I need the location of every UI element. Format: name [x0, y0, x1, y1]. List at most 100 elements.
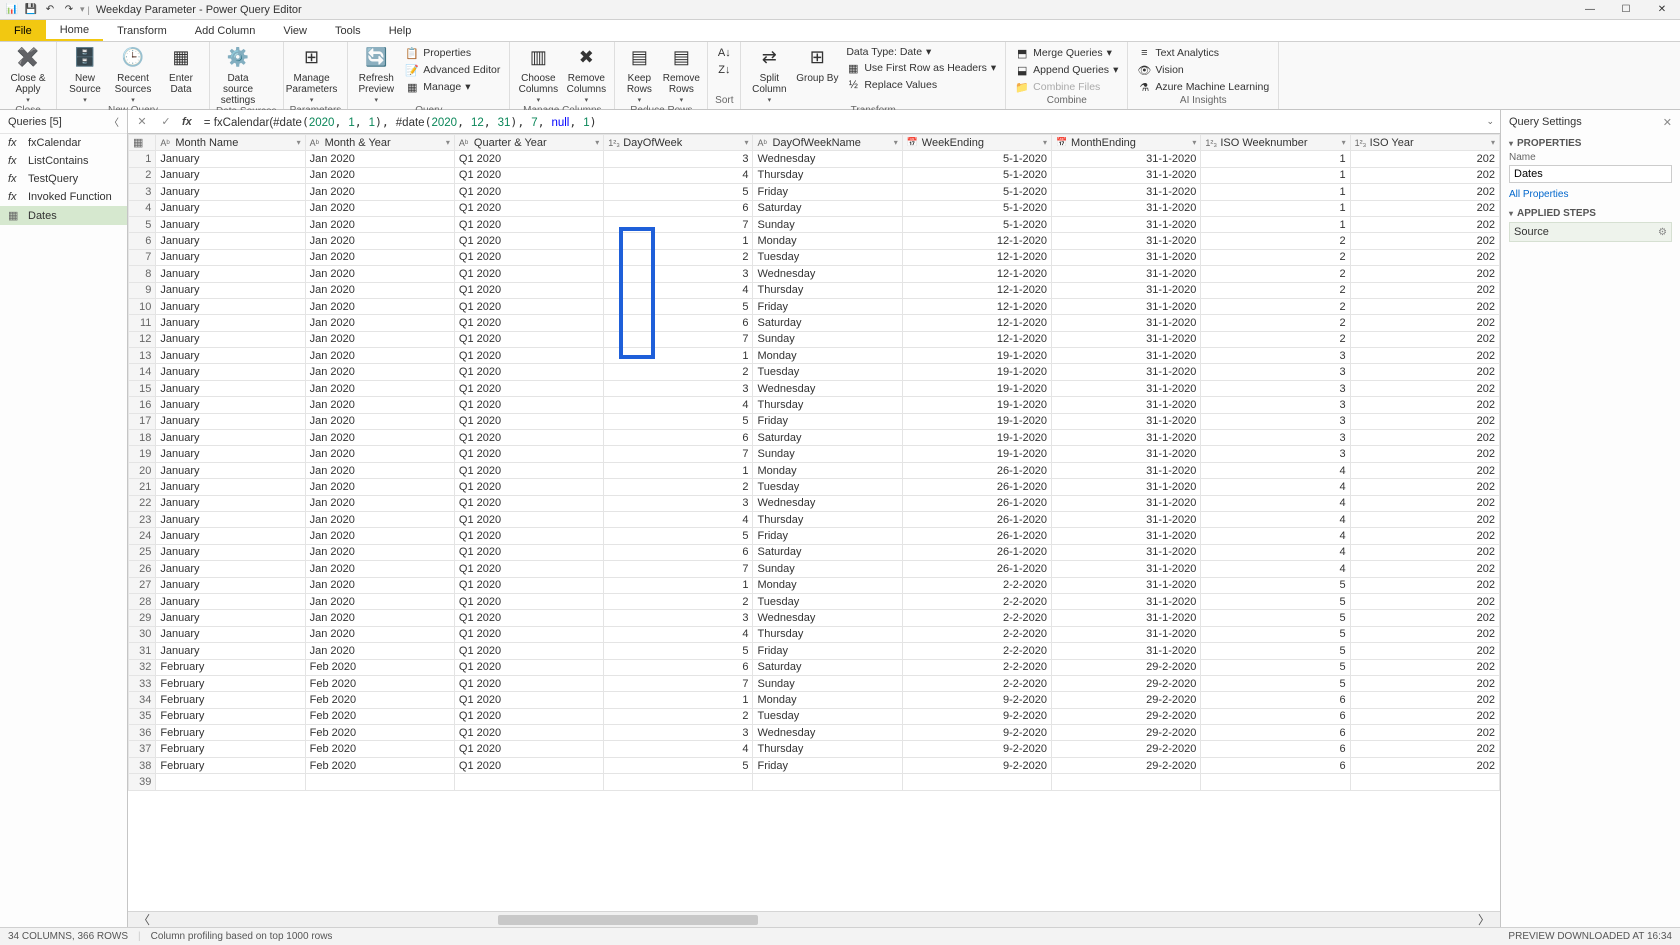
split-column-button[interactable]: ⇄Split Column▾ — [747, 43, 791, 105]
column-header-quarteryear[interactable]: AᵇQuarter & Year▾ — [454, 135, 603, 151]
cell-weekending[interactable]: 9-2-2020 — [902, 741, 1051, 757]
window-maximize-button[interactable]: ☐ — [1612, 2, 1640, 18]
cell-monthname[interactable]: January — [156, 315, 305, 331]
cell-dayofweekname[interactable] — [753, 774, 902, 790]
cell-isoyear[interactable]: 202 — [1350, 413, 1499, 429]
cell-dayofweekname[interactable]: Thursday — [753, 397, 902, 413]
table-row[interactable]: 17JanuaryJan 2020Q1 20205Friday19-1-2020… — [129, 413, 1500, 429]
cell-monthyear[interactable]: Jan 2020 — [305, 200, 454, 216]
cell-monthname[interactable]: January — [156, 446, 305, 462]
cell-isoweek[interactable]: 2 — [1201, 298, 1350, 314]
qat-save-icon[interactable]: 💾 — [23, 2, 39, 18]
cell-dayofweek[interactable]: 2 — [604, 364, 753, 380]
table-corner-button[interactable]: ▦ — [129, 135, 156, 151]
row-number[interactable]: 26 — [129, 561, 156, 577]
ribbon-tab-tools[interactable]: Tools — [321, 20, 375, 41]
cell-monthending[interactable]: 31-1-2020 — [1052, 151, 1201, 167]
table-row[interactable]: 8JanuaryJan 2020Q1 20203Wednesday12-1-20… — [129, 266, 1500, 282]
cell-isoyear[interactable]: 202 — [1350, 544, 1499, 560]
cell-monthname[interactable]: February — [156, 692, 305, 708]
cell-monthname[interactable]: January — [156, 413, 305, 429]
cell-monthname[interactable]: January — [156, 593, 305, 609]
cell-isoyear[interactable]: 202 — [1350, 626, 1499, 642]
cell-monthending[interactable]: 31-1-2020 — [1052, 495, 1201, 511]
cell-dayofweekname[interactable]: Sunday — [753, 561, 902, 577]
cell-weekending[interactable]: 12-1-2020 — [902, 298, 1051, 314]
cell-monthname[interactable]: January — [156, 216, 305, 232]
table-row[interactable]: 27JanuaryJan 2020Q1 20201Monday2-2-20203… — [129, 577, 1500, 593]
column-header-isoyear[interactable]: 1²₃ISO Year▾ — [1350, 135, 1499, 151]
cell-quarteryear[interactable]: Q1 2020 — [454, 184, 603, 200]
cell-monthname[interactable]: January — [156, 151, 305, 167]
cell-isoyear[interactable]: 202 — [1350, 577, 1499, 593]
cell-isoyear[interactable]: 202 — [1350, 298, 1499, 314]
cell-isoyear[interactable]: 202 — [1350, 528, 1499, 544]
cell-monthyear[interactable]: Feb 2020 — [305, 725, 454, 741]
cell-quarteryear[interactable]: Q1 2020 — [454, 593, 603, 609]
cell-monthending[interactable]: 31-1-2020 — [1052, 249, 1201, 265]
cell-monthyear[interactable]: Jan 2020 — [305, 544, 454, 560]
cell-monthyear[interactable]: Jan 2020 — [305, 413, 454, 429]
cell-dayofweek[interactable]: 4 — [604, 397, 753, 413]
cell-weekending[interactable]: 26-1-2020 — [902, 495, 1051, 511]
cell-dayofweek[interactable]: 3 — [604, 610, 753, 626]
cell-monthname[interactable]: January — [156, 397, 305, 413]
cell-quarteryear[interactable]: Q1 2020 — [454, 233, 603, 249]
cell-quarteryear[interactable]: Q1 2020 — [454, 692, 603, 708]
cell-isoyear[interactable]: 202 — [1350, 446, 1499, 462]
row-number[interactable]: 15 — [129, 380, 156, 396]
table-row[interactable]: 22JanuaryJan 2020Q1 20203Wednesday26-1-2… — [129, 495, 1500, 511]
row-number[interactable]: 20 — [129, 462, 156, 478]
remove-columns-button[interactable]: ✖Remove Columns▾ — [564, 43, 608, 105]
cell-monthyear[interactable]: Jan 2020 — [305, 511, 454, 527]
cell-dayofweekname[interactable]: Thursday — [753, 626, 902, 642]
formula-expand-icon[interactable]: ⌄ — [1486, 116, 1494, 127]
cell-quarteryear[interactable]: Q1 2020 — [454, 167, 603, 183]
cell-monthending[interactable]: 31-1-2020 — [1052, 282, 1201, 298]
table-row[interactable]: 11JanuaryJan 2020Q1 20206Saturday12-1-20… — [129, 315, 1500, 331]
cell-dayofweekname[interactable]: Saturday — [753, 430, 902, 446]
cell-monthending[interactable]: 31-1-2020 — [1052, 380, 1201, 396]
cell-monthname[interactable]: January — [156, 561, 305, 577]
cell-quarteryear[interactable]: Q1 2020 — [454, 561, 603, 577]
row-number[interactable]: 14 — [129, 364, 156, 380]
cell-isoyear[interactable]: 202 — [1350, 643, 1499, 659]
row-number[interactable]: 3 — [129, 184, 156, 200]
cell-monthyear[interactable]: Jan 2020 — [305, 331, 454, 347]
horizontal-scrollbar[interactable]: 〈 〉 — [128, 911, 1500, 927]
cell-monthname[interactable]: January — [156, 626, 305, 642]
ribbon-tab-home[interactable]: Home — [46, 20, 103, 41]
cell-monthyear[interactable]: Jan 2020 — [305, 167, 454, 183]
cell-quarteryear[interactable]: Q1 2020 — [454, 216, 603, 232]
hscroll-right-icon[interactable]: 〉 — [1478, 911, 1490, 927]
cell-quarteryear[interactable]: Q1 2020 — [454, 757, 603, 773]
enter-data-button[interactable]: ▦Enter Data — [159, 43, 203, 95]
cell-isoweek[interactable]: 5 — [1201, 659, 1350, 675]
cell-isoyear[interactable]: 202 — [1350, 364, 1499, 380]
table-row[interactable]: 28JanuaryJan 2020Q1 20202Tuesday2-2-2020… — [129, 593, 1500, 609]
cell-isoweek[interactable]: 2 — [1201, 315, 1350, 331]
cell-monthname[interactable]: January — [156, 610, 305, 626]
step-settings-icon[interactable]: ⚙ — [1658, 227, 1667, 238]
table-row[interactable]: 13JanuaryJan 2020Q1 20201Monday19-1-2020… — [129, 348, 1500, 364]
ribbon-tab-add-column[interactable]: Add Column — [181, 20, 270, 41]
table-row[interactable]: 15JanuaryJan 2020Q1 20203Wednesday19-1-2… — [129, 380, 1500, 396]
row-number[interactable]: 11 — [129, 315, 156, 331]
cell-dayofweek[interactable]: 6 — [604, 659, 753, 675]
cell-monthname[interactable]: January — [156, 380, 305, 396]
table-row[interactable]: 3JanuaryJan 2020Q1 20205Friday5-1-202031… — [129, 184, 1500, 200]
cell-dayofweek[interactable]: 3 — [604, 380, 753, 396]
filter-icon[interactable]: ▾ — [297, 138, 301, 147]
cell-weekending[interactable]: 9-2-2020 — [902, 725, 1051, 741]
ribbon-tab-transform[interactable]: Transform — [103, 20, 181, 41]
cell-weekending[interactable]: 19-1-2020 — [902, 430, 1051, 446]
table-row[interactable]: 29JanuaryJan 2020Q1 20203Wednesday2-2-20… — [129, 610, 1500, 626]
cell-monthending[interactable]: 31-1-2020 — [1052, 528, 1201, 544]
cell-dayofweekname[interactable]: Monday — [753, 348, 902, 364]
table-row[interactable]: 25JanuaryJan 2020Q1 20206Saturday26-1-20… — [129, 544, 1500, 560]
cell-quarteryear[interactable]: Q1 2020 — [454, 675, 603, 691]
cell-monthyear[interactable]: Jan 2020 — [305, 348, 454, 364]
cell-dayofweek[interactable]: 3 — [604, 725, 753, 741]
cell-dayofweek[interactable]: 7 — [604, 446, 753, 462]
cell-quarteryear[interactable]: Q1 2020 — [454, 298, 603, 314]
